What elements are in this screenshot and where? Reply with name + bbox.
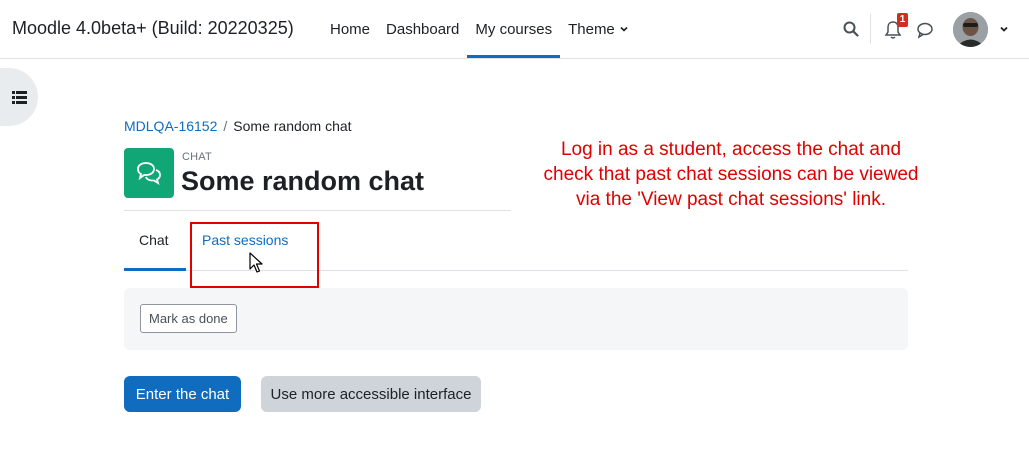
- annotation-line-3: via the 'View past chat sessions' link.: [575, 189, 886, 210]
- breadcrumb: MDLQA-16152 / Some random chat: [124, 118, 352, 134]
- mouse-pointer-icon: [249, 252, 263, 273]
- user-menu-chevron-down-icon[interactable]: [992, 17, 1016, 41]
- annotation-line-2: check that past chat sessions can be vie…: [543, 164, 919, 185]
- messages-speech-bubble-icon[interactable]: [913, 18, 937, 42]
- breadcrumb-current: Some random chat: [233, 118, 352, 134]
- user-avatar[interactable]: [953, 12, 988, 47]
- nav-item-theme[interactable]: Theme: [560, 0, 637, 58]
- navbar-divider: [870, 14, 871, 44]
- mark-as-done-button[interactable]: Mark as done: [140, 304, 237, 333]
- instruction-annotation: Log in as a student, access the chat and…: [516, 137, 946, 212]
- site-brand[interactable]: Moodle 4.0beta+ (Build: 20220325): [12, 18, 294, 39]
- tab-chat[interactable]: Chat: [124, 224, 186, 271]
- nav-item-my-courses[interactable]: My courses: [467, 0, 561, 58]
- nav-item-theme-label: Theme: [568, 20, 615, 38]
- breadcrumb-course-link[interactable]: MDLQA-16152: [124, 118, 217, 134]
- chevron-down-icon: [620, 26, 628, 32]
- page-title: Some random chat: [181, 166, 425, 196]
- activity-type-label: CHAT: [182, 151, 212, 163]
- search-icon[interactable]: [839, 17, 863, 41]
- chat-activity-icon: [124, 148, 174, 198]
- enter-chat-button[interactable]: Enter the chat: [124, 376, 241, 412]
- primary-navigation: Home Dashboard My courses Theme: [322, 0, 637, 58]
- header-divider: [124, 210, 511, 211]
- accessible-interface-button[interactable]: Use more accessible interface: [261, 376, 481, 412]
- list-icon: [11, 90, 27, 104]
- notification-count-badge: 1: [897, 13, 908, 27]
- breadcrumb-separator: /: [223, 118, 228, 134]
- activity-completion-area: Mark as done: [124, 288, 908, 350]
- nav-item-dashboard[interactable]: Dashboard: [378, 0, 467, 58]
- top-navbar: Moodle 4.0beta+ (Build: 20220325) Home D…: [0, 0, 1029, 59]
- course-index-drawer-toggle[interactable]: [0, 68, 38, 126]
- nav-item-home[interactable]: Home: [322, 0, 378, 58]
- annotation-line-1: Log in as a student, access the chat and: [560, 139, 902, 160]
